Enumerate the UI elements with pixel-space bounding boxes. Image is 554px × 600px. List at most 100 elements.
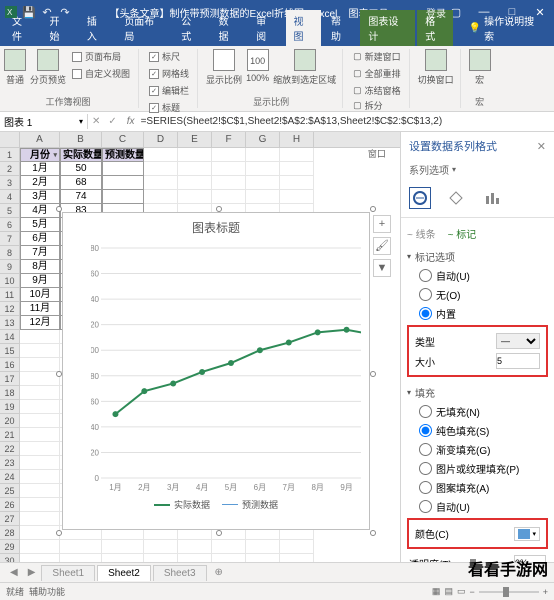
cell[interactable]	[178, 190, 212, 204]
cell[interactable]: 5月	[20, 218, 60, 232]
cell[interactable]	[102, 540, 144, 554]
formula-bar-checkbox[interactable]: ✓编辑栏	[147, 83, 191, 98]
custom-views-button[interactable]: 自定义视图	[70, 66, 132, 81]
marker-none-radio[interactable]: 无(O)	[407, 285, 548, 304]
row-header[interactable]: 14	[0, 330, 20, 344]
cell[interactable]	[20, 512, 60, 526]
row-header[interactable]: 4	[0, 190, 20, 204]
sheet-tab-1[interactable]: Sheet1	[41, 565, 95, 581]
cell[interactable]	[280, 148, 314, 162]
row-header[interactable]: 26	[0, 498, 20, 512]
marker-size-input[interactable]	[496, 353, 540, 369]
cell[interactable]	[212, 540, 246, 554]
row-header[interactable]: 7	[0, 232, 20, 246]
gradient-fill-radio[interactable]: 渐变填充(G)	[407, 440, 548, 459]
embedded-chart[interactable]: + 🖌 ▼ 图表标题 180160140120100806040200	[62, 212, 370, 530]
cell[interactable]: 68	[60, 176, 102, 190]
cell[interactable]	[102, 162, 144, 176]
login-button[interactable]: 登录	[426, 5, 446, 19]
column-header[interactable]: B	[60, 132, 102, 147]
undo-icon[interactable]: ↶	[40, 5, 54, 19]
cell[interactable]	[20, 358, 60, 372]
tab-view[interactable]: 视图	[286, 10, 321, 46]
row-header[interactable]: 24	[0, 470, 20, 484]
chart-plot-area[interactable]: 180160140120100806040200 1月2月3月4月5月6月7月8…	[91, 242, 361, 494]
cell[interactable]: 12月	[20, 316, 60, 330]
cell[interactable]	[102, 554, 144, 562]
cell[interactable]: 3月	[20, 190, 60, 204]
cell[interactable]	[212, 554, 246, 562]
column-header[interactable]: A	[20, 132, 60, 147]
cell[interactable]	[178, 176, 212, 190]
series-options-tab[interactable]	[481, 187, 503, 209]
redo-icon[interactable]: ↷	[58, 5, 72, 19]
arrange-all-button[interactable]: ▢ 全部重排	[351, 66, 403, 81]
save-icon[interactable]: 💾	[22, 5, 36, 19]
chart-elements-button[interactable]: +	[373, 215, 391, 233]
cell[interactable]: 11月	[20, 302, 60, 316]
zoom-slider[interactable]	[479, 591, 539, 593]
cell[interactable]	[212, 162, 246, 176]
column-header[interactable]: G	[246, 132, 280, 147]
cell[interactable]	[144, 190, 178, 204]
cell[interactable]	[212, 148, 246, 162]
cell[interactable]: 50	[60, 162, 102, 176]
tab-help[interactable]: 帮助	[323, 10, 358, 46]
name-box[interactable]: 图表 1▾	[0, 114, 88, 129]
cell[interactable]	[144, 554, 178, 562]
row-header[interactable]: 18	[0, 386, 20, 400]
cell[interactable]	[246, 148, 280, 162]
cell[interactable]: 8月	[20, 260, 60, 274]
fill-section[interactable]: ▾填充	[407, 383, 548, 402]
row-header[interactable]: 3	[0, 176, 20, 190]
cell[interactable]: 10月	[20, 288, 60, 302]
cell[interactable]	[246, 554, 280, 562]
formula-input[interactable]	[141, 116, 554, 127]
tab-pagelayout[interactable]: 页面布局	[116, 10, 171, 46]
pattern-fill-radio[interactable]: 图案填充(A)	[407, 478, 548, 497]
row-header[interactable]: 1	[0, 148, 20, 162]
worksheet-grid[interactable]: ABCDEFGH 1月份实际数量预测数量21月5032月6843月7454月83…	[0, 132, 400, 562]
row-header[interactable]: 9	[0, 260, 20, 274]
zoom-out-button[interactable]: −	[469, 587, 474, 597]
cancel-formula-icon[interactable]: ✕	[88, 116, 104, 127]
cell[interactable]: 2月	[20, 176, 60, 190]
tab-chartdesign[interactable]: 图表设计	[360, 10, 415, 46]
sheet-nav-prev[interactable]: ◀	[6, 567, 22, 578]
cell[interactable]	[20, 400, 60, 414]
page-break-button[interactable]: 分页预览	[30, 49, 66, 86]
sheet-tab-2[interactable]: Sheet2	[97, 565, 151, 581]
cell[interactable]	[178, 162, 212, 176]
column-header[interactable]: D	[144, 132, 178, 147]
tab-review[interactable]: 审阅	[248, 10, 283, 46]
cell[interactable]	[20, 428, 60, 442]
zoom-selection-button[interactable]: 缩放到选定区域	[273, 49, 336, 86]
row-header[interactable]: 23	[0, 456, 20, 470]
tab-formulas[interactable]: 公式	[173, 10, 208, 46]
row-header[interactable]: 12	[0, 302, 20, 316]
row-header[interactable]: 17	[0, 372, 20, 386]
cell[interactable]	[20, 344, 60, 358]
row-header[interactable]: 2	[0, 162, 20, 176]
zoom-in-button[interactable]: +	[543, 587, 548, 597]
headings-checkbox[interactable]: ✓标题	[147, 100, 182, 115]
fill-line-tab[interactable]	[409, 187, 431, 209]
row-header[interactable]: 29	[0, 540, 20, 554]
marker-type-select[interactable]: —	[496, 333, 540, 349]
cell[interactable]	[178, 540, 212, 554]
cell[interactable]	[280, 554, 314, 562]
split-button[interactable]: ▢ 拆分	[351, 98, 385, 113]
cell[interactable]	[212, 190, 246, 204]
cell[interactable]: 7月	[20, 246, 60, 260]
chart-styles-button[interactable]: 🖌	[373, 237, 391, 255]
cell[interactable]	[20, 456, 60, 470]
zoom-100-button[interactable]: 100100%	[246, 49, 269, 83]
column-header[interactable]: H	[280, 132, 314, 147]
new-window-button[interactable]: ▢ 新建窗口	[351, 49, 403, 64]
cell[interactable]	[60, 540, 102, 554]
cell[interactable]	[20, 540, 60, 554]
ruler-checkbox[interactable]: ✓标尺	[147, 49, 182, 64]
row-header[interactable]: 21	[0, 428, 20, 442]
row-header[interactable]: 13	[0, 316, 20, 330]
macros-button[interactable]: 宏	[469, 49, 491, 86]
